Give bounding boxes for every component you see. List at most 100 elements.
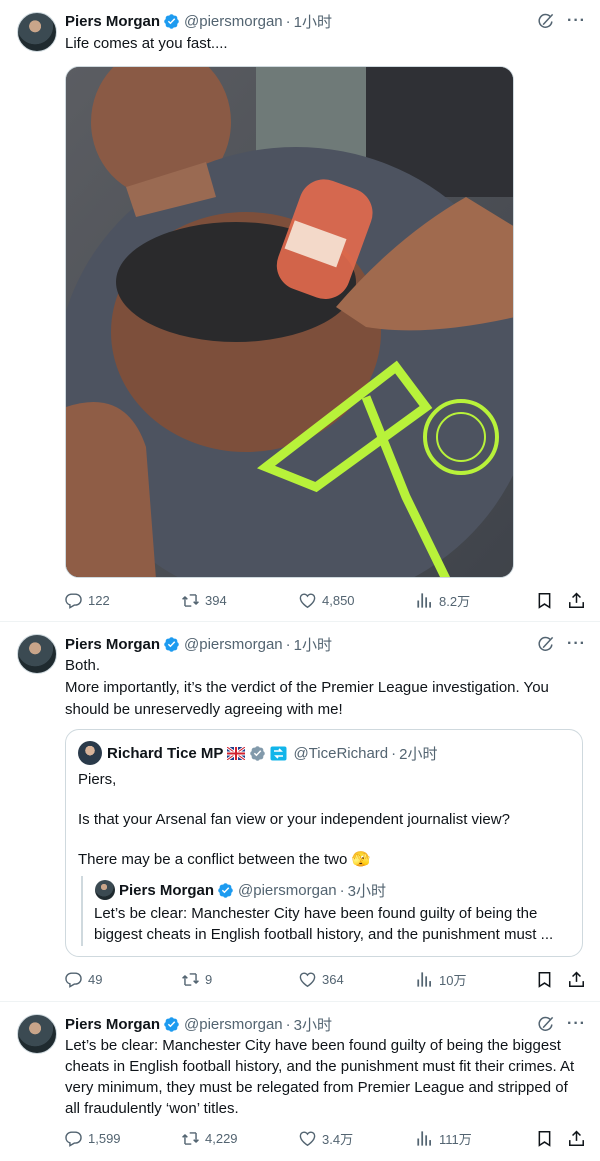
reply-count: 49 [88,971,103,987]
reply-button[interactable]: 49 [64,970,181,989]
retweet-button[interactable]: 394 [181,591,298,610]
nested-author-name: Piers Morgan [119,881,215,899]
verified-badge-icon [163,636,180,653]
tweet-actions: 49 9 364 10万 [64,968,586,990]
share-icon [567,970,586,989]
tweet-1[interactable]: Piers Morgan @piersmorgan · 1小时 ··· Life… [0,0,600,622]
reply-icon [64,1129,83,1148]
author-name[interactable]: Piers Morgan [65,13,160,30]
nested-text: Let’s be clear: Manchester City have bee… [94,903,567,945]
retweet-count: 9 [205,971,213,987]
bookmark-icon [535,1129,554,1148]
retweet-icon [181,1129,200,1148]
separator-dot: · [339,881,345,899]
verified-badge-icon [163,1016,180,1033]
tweet-3[interactable]: Piers Morgan @piersmorgan · 3小时 ··· Let’… [0,1002,600,1161]
author-name[interactable]: Piers Morgan [65,636,160,653]
bookmark-icon [535,591,554,610]
avatar[interactable] [17,634,57,674]
retweet-count: 4,229 [205,1130,238,1146]
tweet-photo[interactable] [65,66,514,578]
bookmark-button[interactable] [535,970,554,989]
views-icon [415,1129,434,1148]
reply-count: 122 [88,592,110,608]
nested-avatar [95,880,115,900]
quote-author-handle: @TiceRichard [293,744,389,762]
like-count: 3.4万 [322,1131,354,1147]
retweet-icon [181,970,200,989]
more-icon[interactable]: ··· [567,636,586,652]
view-count: 111万 [439,1131,472,1147]
author-handle[interactable]: @piersmorgan [184,13,283,30]
reply-button[interactable]: 1,599 [64,1129,181,1148]
tweet-text: Both. More importantly, it’s the verdict… [65,657,549,718]
reply-count: 1,599 [88,1130,121,1146]
share-button[interactable] [567,1129,586,1148]
tweet-header: Piers Morgan @piersmorgan · 1小时 ··· [65,10,586,32]
author-name[interactable]: Piers Morgan [65,1016,160,1033]
nested-timestamp: 3小时 [347,882,386,900]
affiliate-icon [270,746,287,760]
quote-avatar [78,741,102,765]
nested-text-line: Let’s be clear: Manchester City have bee… [94,905,538,922]
view-count: 8.2万 [439,593,471,609]
tweet-actions: 1,599 4,229 3.4万 111万 [64,1127,586,1149]
tweet-text: Life comes at you fast.... [65,35,228,52]
separator-dot: · [285,1015,291,1033]
separator-dot: · [285,12,291,30]
like-icon [298,1129,317,1148]
tweet-header: Piers Morgan @piersmorgan · 1小时 ··· [65,633,586,655]
share-icon [567,1129,586,1148]
verified-badge-icon [163,13,180,30]
avatar[interactable] [17,1014,57,1054]
verified-badge-icon [217,882,234,899]
tweet-text: Let’s be clear: Manchester City have bee… [65,1037,579,1117]
quote-timestamp: 2小时 [399,745,438,763]
retweet-button[interactable]: 4,229 [181,1129,298,1148]
timestamp[interactable]: 3小时 [294,1014,332,1035]
reply-icon [64,970,83,989]
views-button[interactable]: 8.2万 [415,591,530,610]
author-handle[interactable]: @piersmorgan [184,1016,283,1033]
quote-text: Piers, Is that your Arsenal fan view or … [78,771,510,868]
views-icon [415,970,434,989]
timestamp[interactable]: 1小时 [294,634,332,655]
tweet-header: Piers Morgan @piersmorgan · 3小时 ··· [65,1013,586,1035]
share-button[interactable] [567,970,586,989]
like-count: 364 [322,971,344,987]
avatar[interactable] [17,12,57,52]
reply-button[interactable]: 122 [64,591,181,610]
nested-author-handle: @piersmorgan [238,881,337,899]
share-button[interactable] [567,591,586,610]
like-button[interactable]: 364 [298,970,415,989]
share-icon [567,591,586,610]
grok-icon[interactable] [536,12,555,31]
author-handle[interactable]: @piersmorgan [184,636,283,653]
timestamp[interactable]: 1小时 [294,11,332,32]
bookmark-button[interactable] [535,1129,554,1148]
grok-icon[interactable] [536,635,555,654]
views-button[interactable]: 10万 [415,970,530,989]
more-icon[interactable]: ··· [567,1016,586,1032]
retweet-button[interactable]: 9 [181,970,298,989]
retweet-icon [181,591,200,610]
quote-header: Richard Tice MP @TiceRichard · 2小时 [107,742,437,764]
bookmark-button[interactable] [535,591,554,610]
like-button[interactable]: 3.4万 [298,1129,415,1148]
grok-icon[interactable] [536,1015,555,1034]
like-icon [298,970,317,989]
like-button[interactable]: 4,850 [298,591,415,610]
views-icon [415,591,434,610]
uk-flag-icon [227,746,246,760]
photo-image [66,67,513,577]
nested-header: Piers Morgan @piersmorgan · 3小时 [119,879,386,901]
separator-dot: · [391,744,397,762]
gov-badge-icon [250,745,266,761]
views-button[interactable]: 111万 [415,1129,530,1148]
nested-text-line: biggest cheats in English football histo… [94,926,554,943]
like-count: 4,850 [322,592,355,608]
nested-quoted-tweet[interactable]: Piers Morgan @piersmorgan · 3小时 Let’s be… [81,876,571,946]
more-icon[interactable]: ··· [567,13,586,29]
quoted-tweet[interactable]: Richard Tice MP @TiceRichard · 2小时 Piers… [65,729,583,957]
quote-author-name: Richard Tice MP [107,744,224,762]
